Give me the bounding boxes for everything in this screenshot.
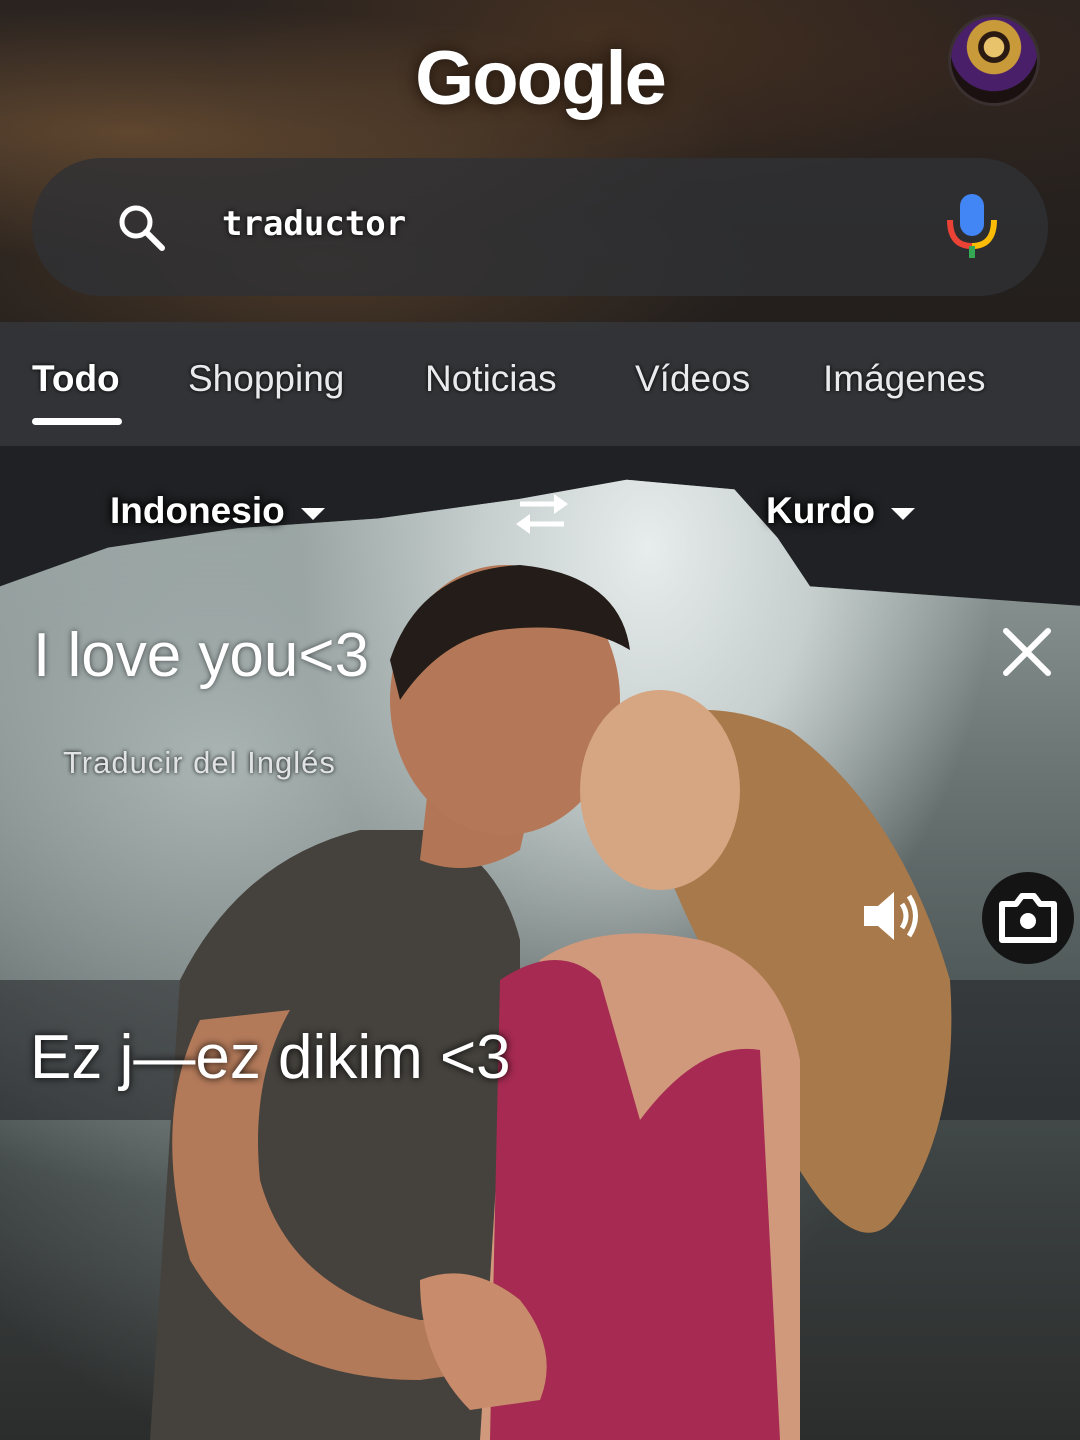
couple-photo	[150, 565, 952, 1440]
source-language-select[interactable]: Indonesio	[110, 490, 325, 532]
tab-noticias[interactable]: Noticias	[425, 358, 557, 400]
source-language-label: Indonesio	[110, 490, 285, 531]
translation-result: Ez j—ez dikim <3	[30, 1023, 511, 1092]
profile-avatar[interactable]	[948, 14, 1040, 106]
google-translate-screen: Google traductor Todo Shopping Noticias …	[0, 0, 1080, 1440]
tab-shopping[interactable]: Shopping	[188, 358, 344, 400]
tab-todo[interactable]: Todo	[32, 358, 120, 400]
camera-icon	[999, 893, 1057, 943]
chevron-down-icon	[300, 508, 325, 520]
google-logo[interactable]: Google	[405, 28, 675, 128]
active-tab-indicator	[32, 418, 122, 425]
close-icon[interactable]	[1000, 625, 1054, 679]
target-language-select[interactable]: Kurdo	[766, 490, 915, 532]
chevron-down-icon	[890, 508, 915, 520]
camera-button[interactable]	[982, 872, 1074, 964]
tab-videos[interactable]: Vídeos	[635, 358, 750, 400]
swap-languages-icon[interactable]	[512, 490, 572, 536]
search-bar[interactable]: traductor	[32, 158, 1048, 296]
search-query[interactable]: traductor	[222, 204, 406, 244]
speaker-icon[interactable]	[860, 888, 922, 944]
target-language-label: Kurdo	[766, 490, 875, 531]
detect-language-hint[interactable]: Traducir del Inglés	[63, 745, 336, 781]
source-text-input[interactable]: I love you<3	[33, 620, 369, 691]
search-icon[interactable]	[112, 198, 172, 258]
mic-icon[interactable]	[940, 190, 1004, 260]
tab-imagenes[interactable]: Imágenes	[823, 358, 986, 400]
